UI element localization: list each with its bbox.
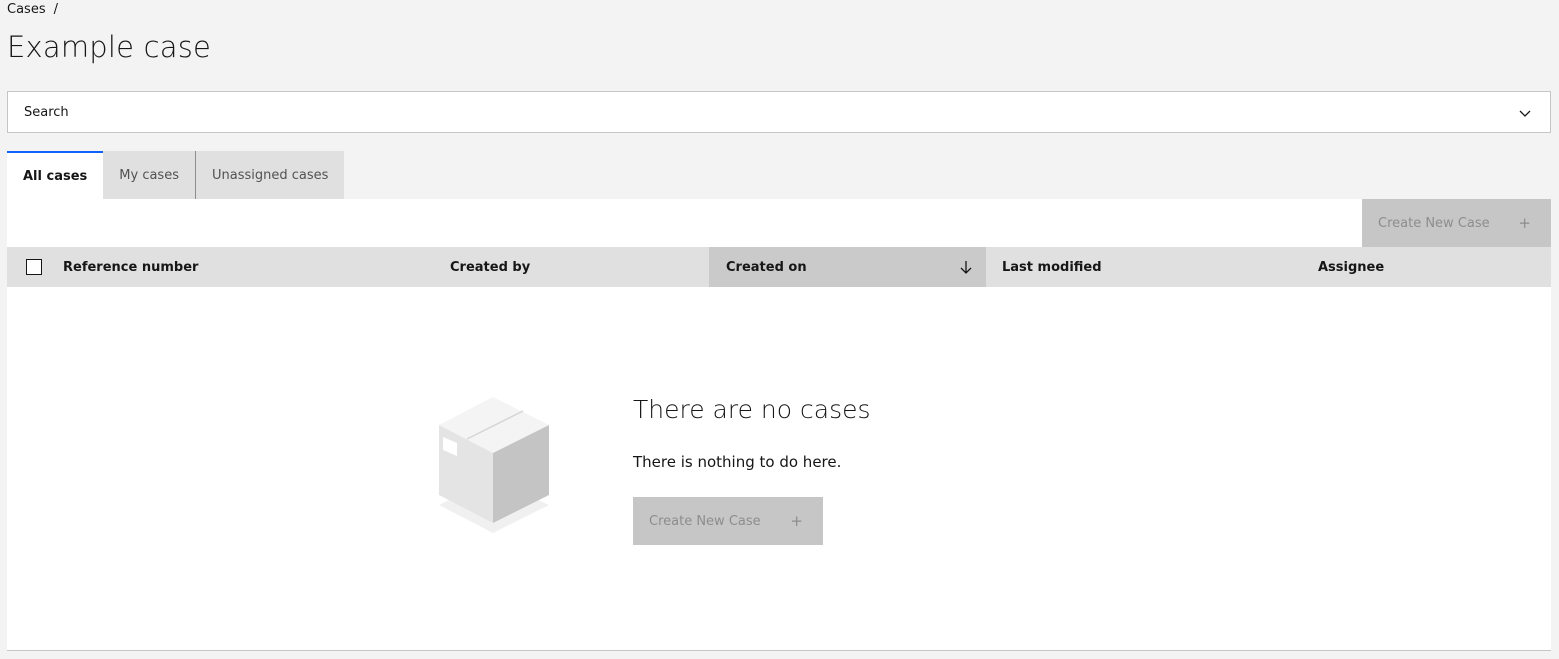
column-header-created-on[interactable]: Created on bbox=[709, 247, 986, 287]
empty-state: There are no cases There is nothing to d… bbox=[7, 287, 1551, 651]
table-header: Reference number Created by Created on L… bbox=[7, 247, 1551, 287]
create-new-case-label: Create New Case bbox=[1378, 215, 1490, 231]
empty-box-illustration bbox=[439, 397, 549, 533]
column-header-created-on-label: Created on bbox=[726, 259, 807, 275]
empty-create-new-case-label: Create New Case bbox=[649, 513, 761, 529]
select-all-checkbox[interactable] bbox=[26, 259, 42, 275]
plus-icon: + bbox=[790, 512, 803, 530]
breadcrumb-cases-link[interactable]: Cases bbox=[7, 2, 46, 17]
empty-create-new-case-button[interactable]: Create New Case + bbox=[633, 497, 823, 545]
page-title: Example case bbox=[7, 30, 212, 64]
column-header-created-by[interactable]: Created by bbox=[450, 247, 530, 287]
search-placeholder: Search bbox=[24, 104, 69, 120]
cases-panel: Create New Case + Reference number Creat… bbox=[7, 199, 1551, 651]
plus-icon: + bbox=[1518, 214, 1531, 232]
tab-all-cases[interactable]: All cases bbox=[7, 151, 104, 199]
breadcrumb: Cases / bbox=[7, 2, 58, 17]
breadcrumb-separator: / bbox=[53, 2, 58, 17]
column-header-reference-number[interactable]: Reference number bbox=[63, 247, 198, 287]
chevron-down-icon bbox=[1519, 110, 1531, 117]
tab-unassigned-cases[interactable]: Unassigned cases bbox=[195, 151, 345, 199]
empty-state-message: There is nothing to do here. bbox=[633, 453, 842, 471]
search-dropdown[interactable]: Search bbox=[7, 91, 1551, 133]
empty-state-title: There are no cases bbox=[633, 395, 871, 424]
column-header-assignee[interactable]: Assignee bbox=[1318, 247, 1384, 287]
column-header-last-modified[interactable]: Last modified bbox=[1002, 247, 1102, 287]
arrow-down-icon bbox=[960, 261, 972, 274]
case-tabs: All cases My cases Unassigned cases bbox=[7, 151, 345, 199]
create-new-case-button[interactable]: Create New Case + bbox=[1362, 199, 1551, 247]
tab-my-cases[interactable]: My cases bbox=[103, 151, 196, 199]
